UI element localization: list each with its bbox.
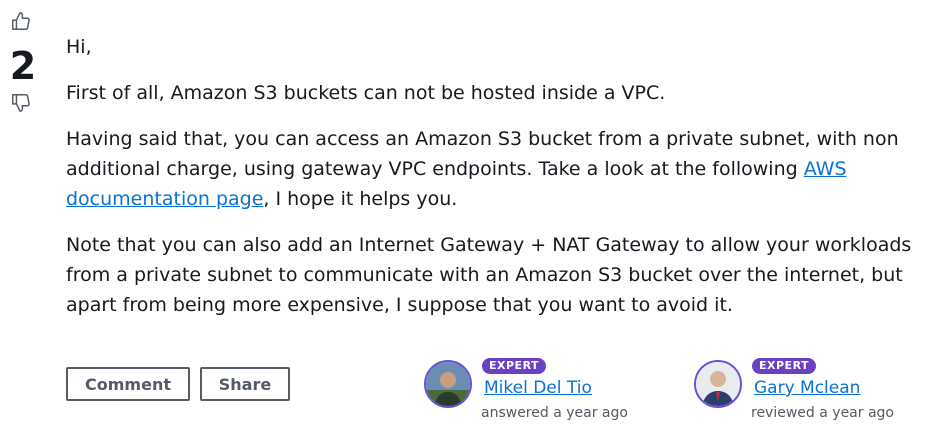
thumbs-up-icon[interactable] (10, 10, 32, 32)
comment-button[interactable]: Comment (66, 367, 190, 401)
answered-timestamp: answered a year ago (481, 405, 628, 421)
answer-body: Hi, First of all, Amazon S3 buckets can … (66, 32, 946, 336)
avatar[interactable] (424, 360, 472, 408)
avatar-image (426, 362, 470, 406)
avatar-image (696, 362, 740, 406)
thumbs-down-icon[interactable] (10, 92, 32, 114)
vote-count: 2 (9, 44, 37, 88)
user-name-link[interactable]: Gary Mclean (754, 376, 860, 400)
answer-paragraph: Note that you can also add an Internet G… (66, 234, 912, 316)
expert-badge: EXPERT (482, 358, 547, 374)
avatar[interactable] (694, 360, 742, 408)
answer-text: , I hope it helps you. (263, 188, 458, 210)
answer-greeting: Hi, (66, 36, 92, 58)
answer-paragraph: First of all, Amazon S3 buckets can not … (66, 82, 666, 104)
user-name-link[interactable]: Mikel Del Tio (484, 376, 592, 400)
answer-paragraph: Having said that, you can access an Amaz… (66, 124, 946, 214)
answer-text: Having said that, you can access an Amaz… (66, 128, 899, 180)
share-button[interactable]: Share (200, 367, 290, 401)
expert-badge: EXPERT (752, 358, 817, 374)
reviewed-timestamp: reviewed a year ago (751, 405, 894, 421)
